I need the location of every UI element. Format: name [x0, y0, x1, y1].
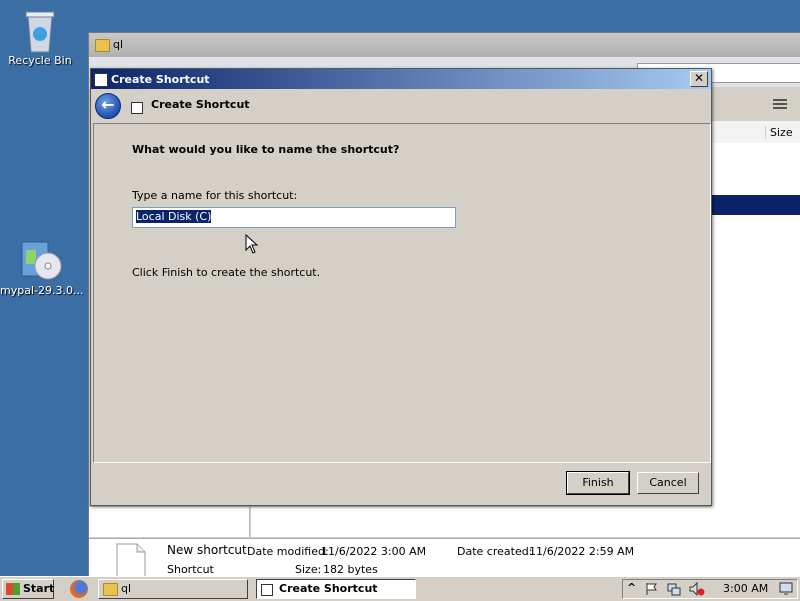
windows-logo-icon — [6, 583, 20, 595]
taskbar-item-create-shortcut[interactable]: Create Shortcut — [256, 579, 416, 599]
taskbar: Start ql Create Shortcut ^ 3:00 AM — [0, 576, 800, 601]
recycle-bin-icon — [25, 11, 55, 53]
desktop-icon-mypal[interactable]: mypal-29.3.0... — [0, 236, 84, 297]
details-created-label: Date created: — [457, 545, 533, 558]
taskbar-item-label: ql — [121, 582, 132, 595]
details-file-name: New shortcut — [167, 543, 247, 557]
desktop-icon-label: mypal-29.3.0... — [0, 284, 84, 297]
shortcut-name-value: Local Disk (C) — [134, 209, 213, 224]
clock[interactable]: 3:00 AM — [723, 582, 768, 595]
system-tray: ^ 3:00 AM — [622, 579, 798, 599]
start-button[interactable]: Start — [2, 579, 54, 599]
taskbar-item-ql[interactable]: ql — [98, 579, 248, 599]
details-pane: New shortcut Shortcut Date modified: 11/… — [89, 538, 800, 579]
folder-icon — [103, 583, 118, 596]
wizard-content: What would you like to name the shortcut… — [93, 123, 711, 463]
installer-icon — [21, 241, 62, 280]
explorer-titlebar[interactable]: ql — [89, 33, 800, 57]
shortcut-icon — [261, 584, 273, 596]
finish-instruction: Click Finish to create the shortcut. — [132, 266, 321, 279]
close-icon: ✕ — [693, 71, 705, 85]
details-size-value: 182 bytes — [323, 563, 378, 576]
start-label: Start — [23, 582, 55, 595]
shortcut-name-label: Type a name for this shortcut: — [132, 189, 298, 202]
wizard-header: ← Create Shortcut — [91, 89, 711, 123]
desktop-icon-recycle-bin[interactable]: Recycle Bin — [0, 6, 80, 67]
finish-button[interactable]: Finish — [566, 471, 630, 495]
details-file-type: Shortcut — [167, 563, 214, 576]
mouse-cursor-icon — [245, 234, 259, 254]
shortcut-icon — [94, 73, 108, 87]
dialog-title: Create Shortcut — [111, 73, 210, 86]
wizard-question: What would you like to name the shortcut… — [132, 143, 400, 156]
details-modified-label: Date modified: — [247, 545, 329, 558]
create-shortcut-dialog: Create Shortcut ✕ ← Create Shortcut What… — [90, 68, 712, 506]
network-icon[interactable] — [667, 582, 681, 596]
dialog-titlebar[interactable]: Create Shortcut ✕ — [91, 69, 711, 89]
back-arrow-icon: ← — [101, 95, 115, 114]
column-header-size[interactable]: Size — [765, 126, 793, 139]
details-modified-value: 11/6/2022 3:00 AM — [321, 545, 427, 558]
flag-icon[interactable] — [645, 582, 659, 596]
firefox-quicklaunch-icon[interactable] — [70, 580, 88, 598]
desktop-icon-label: Recycle Bin — [8, 54, 72, 67]
taskbar-item-label: Create Shortcut — [279, 582, 378, 595]
folder-icon — [95, 39, 110, 52]
details-size-label: Size: — [295, 563, 322, 576]
selected-row[interactable] — [711, 195, 800, 215]
explorer-title: ql — [113, 38, 124, 51]
column-header: Size — [711, 121, 800, 144]
file-thumbnail-icon — [116, 543, 146, 579]
volume-muted-icon[interactable] — [689, 582, 705, 596]
monitor-icon[interactable] — [779, 582, 793, 596]
views-icon[interactable] — [773, 99, 787, 111]
shortcut-icon — [131, 102, 143, 114]
shortcut-name-input[interactable]: Local Disk (C) — [132, 207, 456, 228]
cancel-button[interactable]: Cancel — [637, 472, 699, 494]
wizard-title: Create Shortcut — [151, 98, 250, 111]
tray-expand-icon[interactable]: ^ — [627, 581, 636, 594]
back-button[interactable]: ← — [95, 93, 121, 119]
nav-pane[interactable] — [89, 507, 250, 537]
file-list-lower[interactable] — [251, 507, 800, 537]
details-created-value: 11/6/2022 2:59 AM — [529, 545, 635, 558]
close-button[interactable]: ✕ — [690, 71, 708, 87]
